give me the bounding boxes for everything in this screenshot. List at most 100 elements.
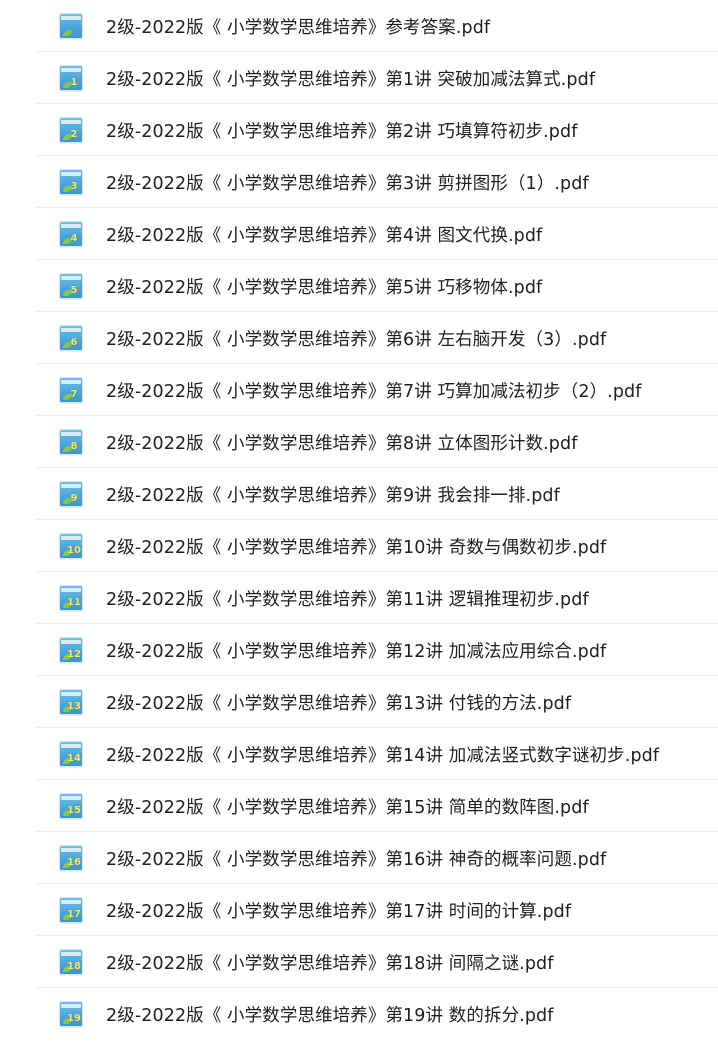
file-row[interactable]: 10 2级-2022版《 小学数学思维培养》第10讲 奇数与偶数初步.pdf [0,520,718,572]
pdf-thumbnail-icon: 18 [59,949,83,975]
file-name: 2级-2022版《 小学数学思维培养》第6讲 左右脑开发（3）.pdf [106,330,607,350]
file-row[interactable]: 18 2级-2022版《 小学数学思维培养》第18讲 间隔之谜.pdf [0,936,718,988]
pdf-thumbnail-icon: 10 [59,533,83,559]
file-name: 2级-2022版《 小学数学思维培养》第12讲 加减法应用综合.pdf [106,642,607,662]
thumbnail-title-band [61,796,81,800]
file-name: 2级-2022版《 小学数学思维培养》第11讲 逻辑推理初步.pdf [106,590,589,610]
pdf-thumbnail-icon: 9 [59,481,83,507]
file-row[interactable]: 11 2级-2022版《 小学数学思维培养》第11讲 逻辑推理初步.pdf [0,572,718,624]
file-row[interactable]: 1 2级-2022版《 小学数学思维培养》第1讲 突破加减法算式.pdf [0,52,718,104]
file-name: 2级-2022版《 小学数学思维培养》第4讲 图文代换.pdf [106,226,543,246]
thumbnail-title-band [61,952,81,956]
thumbnail-title-band [61,1004,81,1008]
file-row[interactable]: 5 2级-2022版《 小学数学思维培养》第5讲 巧移物体.pdf [0,260,718,312]
pdf-thumbnail-icon: 11 [59,585,83,611]
file-row[interactable]: 15 2级-2022版《 小学数学思维培养》第15讲 简单的数阵图.pdf [0,780,718,832]
file-row[interactable]: 13 2级-2022版《 小学数学思维培养》第13讲 付钱的方法.pdf [0,676,718,728]
thumbnail-number: 16 [67,857,81,868]
file-row[interactable]: 16 2级-2022版《 小学数学思维培养》第16讲 神奇的概率问题.pdf [0,832,718,884]
file-name: 2级-2022版《 小学数学思维培养》第8讲 立体图形计数.pdf [106,434,578,454]
pdf-thumbnail-icon: 15 [59,793,83,819]
file-name: 2级-2022版《 小学数学思维培养》第18讲 间隔之谜.pdf [106,954,554,974]
file-row[interactable]: 12 2级-2022版《 小学数学思维培养》第12讲 加减法应用综合.pdf [0,624,718,676]
file-row[interactable]: 14 2级-2022版《 小学数学思维培养》第14讲 加减法竖式数字谜初步.pdf [0,728,718,780]
thumbnail-title-band [61,900,81,904]
thumbnail-title-band [61,848,81,852]
thumbnail-number: 19 [67,1013,81,1024]
thumbnail-title-band [61,380,81,384]
pdf-thumbnail-icon: 13 [59,689,83,715]
thumbnail-title-band [61,432,81,436]
file-row[interactable]: 3 2级-2022版《 小学数学思维培养》第3讲 剪拼图形（1）.pdf [0,156,718,208]
thumbnail-number: 15 [67,805,81,816]
file-list: 2级-2022版《 小学数学思维培养》参考答案.pdf 1 2级-2022版《 小学… [0,0,718,1040]
file-row[interactable]: 4 2级-2022版《 小学数学思维培养》第4讲 图文代换.pdf [0,208,718,260]
pdf-thumbnail-icon: 1 [59,65,83,91]
thumbnail-number: 1 [70,77,78,88]
file-name: 2级-2022版《 小学数学思维培养》第17讲 时间的计算.pdf [106,902,572,922]
thumbnail-title-band [61,276,81,280]
thumbnail-number: 7 [70,389,78,400]
thumbnail-title-band [61,640,81,644]
pdf-thumbnail-icon [59,13,83,39]
pdf-thumbnail-icon: 4 [59,221,83,247]
thumbnail-number: 12 [67,649,81,660]
file-name: 2级-2022版《 小学数学思维培养》第3讲 剪拼图形（1）.pdf [106,174,589,194]
file-name: 2级-2022版《 小学数学思维培养》第15讲 简单的数阵图.pdf [106,798,589,818]
pdf-thumbnail-icon: 2 [59,117,83,143]
thumbnail-number: 11 [67,597,81,608]
thumbnail-title-band [61,536,81,540]
pdf-thumbnail-icon: 12 [59,637,83,663]
thumbnail-number: 9 [70,493,78,504]
thumbnail-title-band [61,172,81,176]
file-row[interactable]: 6 2级-2022版《 小学数学思维培养》第6讲 左右脑开发（3）.pdf [0,312,718,364]
file-row[interactable]: 17 2级-2022版《 小学数学思维培养》第17讲 时间的计算.pdf [0,884,718,936]
file-row[interactable]: 7 2级-2022版《 小学数学思维培养》第7讲 巧算加减法初步（2）.pdf [0,364,718,416]
thumbnail-number: 5 [70,285,78,296]
file-row[interactable]: 9 2级-2022版《 小学数学思维培养》第9讲 我会排一排.pdf [0,468,718,520]
file-name: 2级-2022版《 小学数学思维培养》参考答案.pdf [106,18,491,38]
thumbnail-number: 6 [70,337,78,348]
thumbnail-number: 13 [67,701,81,712]
pdf-thumbnail-icon: 3 [59,169,83,195]
pdf-thumbnail-icon: 14 [59,741,83,767]
file-name: 2级-2022版《 小学数学思维培养》第1讲 突破加减法算式.pdf [106,70,596,90]
pdf-thumbnail-icon: 16 [59,845,83,871]
file-name: 2级-2022版《 小学数学思维培养》第16讲 神奇的概率问题.pdf [106,850,607,870]
pdf-thumbnail-icon: 8 [59,429,83,455]
thumbnail-number: 2 [70,129,78,140]
file-row[interactable]: 2级-2022版《 小学数学思维培养》参考答案.pdf [0,0,718,52]
file-name: 2级-2022版《 小学数学思维培养》第14讲 加减法竖式数字谜初步.pdf [106,746,660,766]
file-row[interactable]: 19 2级-2022版《 小学数学思维培养》第19讲 数的拆分.pdf [0,988,718,1040]
thumbnail-number: 17 [67,909,81,920]
file-name: 2级-2022版《 小学数学思维培养》第5讲 巧移物体.pdf [106,278,543,298]
thumbnail-title-band [61,224,81,228]
thumbnail-title-band [61,692,81,696]
thumbnail-number: 4 [70,233,78,244]
thumbnail-number [67,24,81,37]
thumbnail-title-band [61,484,81,488]
pdf-thumbnail-icon: 5 [59,273,83,299]
thumbnail-title-band [61,588,81,592]
file-row[interactable]: 8 2级-2022版《 小学数学思维培养》第8讲 立体图形计数.pdf [0,416,718,468]
file-name: 2级-2022版《 小学数学思维培养》第13讲 付钱的方法.pdf [106,694,572,714]
pdf-thumbnail-icon: 6 [59,325,83,351]
file-name: 2级-2022版《 小学数学思维培养》第19讲 数的拆分.pdf [106,1006,554,1026]
thumbnail-title-band [61,744,81,748]
file-row[interactable]: 2 2级-2022版《 小学数学思维培养》第2讲 巧填算符初步.pdf [0,104,718,156]
pdf-thumbnail-icon: 17 [59,897,83,923]
thumbnail-title-band [61,328,81,332]
thumbnail-title-band [61,120,81,124]
pdf-thumbnail-icon: 19 [59,1001,83,1027]
pdf-thumbnail-icon: 7 [59,377,83,403]
file-name: 2级-2022版《 小学数学思维培养》第10讲 奇数与偶数初步.pdf [106,538,607,558]
thumbnail-number: 8 [70,441,78,452]
file-name: 2级-2022版《 小学数学思维培养》第9讲 我会排一排.pdf [106,486,560,506]
file-name: 2级-2022版《 小学数学思维培养》第7讲 巧算加减法初步（2）.pdf [106,382,642,402]
file-name: 2级-2022版《 小学数学思维培养》第2讲 巧填算符初步.pdf [106,122,578,142]
thumbnail-number: 18 [67,961,81,972]
thumbnail-title-band [61,68,81,72]
thumbnail-number: 3 [70,181,78,192]
thumbnail-number: 14 [67,753,81,764]
thumbnail-title-band [61,16,81,20]
